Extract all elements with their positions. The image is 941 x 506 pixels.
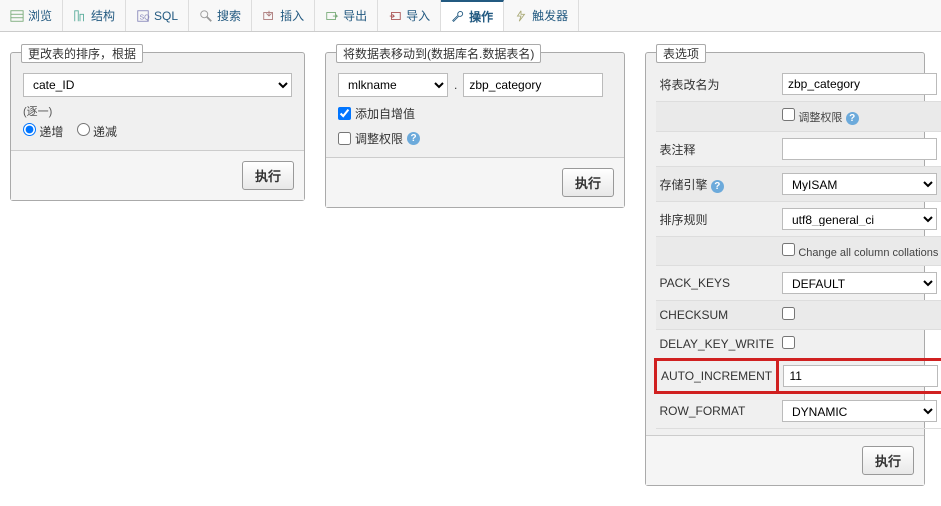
- browse-icon: [10, 9, 24, 23]
- packkeys-label: PACK_KEYS: [656, 266, 778, 301]
- comment-label: 表注释: [656, 132, 778, 167]
- tab-triggers[interactable]: 触发器: [504, 0, 579, 31]
- panel-change-order-title: 更改表的排序，根据: [21, 44, 143, 63]
- autoinc-label: AUTO_INCREMENT: [656, 360, 778, 393]
- tab-export[interactable]: 导出: [315, 0, 378, 31]
- delay-check[interactable]: [782, 336, 795, 349]
- import-icon: [388, 9, 402, 23]
- tab-operations-label: 操作: [469, 8, 493, 25]
- rowformat-label: ROW_FORMAT: [656, 393, 778, 429]
- panel-move-title: 将数据表移动到(数据库名.数据表名): [336, 44, 541, 63]
- radio-desc[interactable]: 递减: [77, 125, 117, 139]
- order-direction-row: 递增 递减: [23, 123, 292, 140]
- tabs-bar: 浏览 结构 SQL SQL 搜索 插入 导出 导入 操作 触发器: [0, 0, 941, 32]
- tab-sql-label: SQL: [154, 9, 178, 23]
- tab-operations[interactable]: 操作: [441, 0, 504, 31]
- main-container: 更改表的排序，根据 cate_ID (逐一) 递增 递减 执行 将数据表移动到(…: [0, 32, 941, 506]
- panel-move-table: 将数据表移动到(数据库名.数据表名) mlkname . 添加自增值 调整权限 …: [325, 52, 625, 208]
- delay-label: DELAY_KEY_WRITE: [656, 330, 778, 360]
- engine-label: 存储引擎: [660, 178, 708, 192]
- autoinc-input[interactable]: [783, 365, 938, 387]
- help-icon-2[interactable]: ?: [846, 112, 859, 125]
- tab-triggers-label: 触发器: [532, 7, 568, 24]
- check-add-autoinc-label: 添加自增值: [355, 105, 415, 122]
- checksum-check[interactable]: [782, 307, 795, 320]
- panel1-submit-button[interactable]: 执行: [242, 161, 294, 190]
- comment-input[interactable]: [782, 138, 937, 160]
- panel-table-options: 表选项 将表改名为 调整权限 ? 表注释 存储引擎 ? MyISAM: [645, 52, 925, 486]
- opt-adjust-priv-check[interactable]: [782, 108, 795, 121]
- export-icon: [325, 9, 339, 23]
- engine-select[interactable]: MyISAM: [782, 173, 937, 195]
- check-add-autoinc[interactable]: [338, 107, 351, 120]
- dot-separator: .: [452, 78, 459, 92]
- checksum-label: CHECKSUM: [656, 301, 778, 330]
- move-db-select[interactable]: mlkname: [338, 73, 448, 97]
- packkeys-select[interactable]: DEFAULT: [782, 272, 937, 294]
- help-icon[interactable]: ?: [407, 132, 420, 145]
- check-adjust-priv-label: 调整权限: [355, 130, 403, 147]
- wrench-icon: [451, 10, 465, 24]
- tab-browse-label: 浏览: [28, 7, 52, 24]
- opt-adjust-priv-label: 调整权限: [798, 112, 842, 124]
- rename-input[interactable]: [782, 73, 937, 95]
- rowformat-select[interactable]: DYNAMIC: [782, 400, 937, 422]
- tab-structure-label: 结构: [91, 7, 115, 24]
- change-all-coll-label: Change all column collations: [798, 247, 938, 259]
- insert-icon: [262, 9, 276, 23]
- tab-insert-label: 插入: [280, 7, 304, 24]
- collation-select[interactable]: utf8_general_ci: [782, 208, 937, 230]
- tab-export-label: 导出: [343, 7, 367, 24]
- tab-import-label: 导入: [406, 7, 430, 24]
- trigger-icon: [514, 9, 528, 23]
- rename-label: 将表改名为: [656, 67, 778, 102]
- tab-browse[interactable]: 浏览: [0, 0, 63, 31]
- check-adjust-priv[interactable]: [338, 132, 351, 145]
- sql-icon: SQL: [136, 9, 150, 23]
- panel3-submit-button[interactable]: 执行: [862, 446, 914, 475]
- tab-insert[interactable]: 插入: [252, 0, 315, 31]
- move-table-input[interactable]: [463, 73, 603, 97]
- tab-structure[interactable]: 结构: [63, 0, 126, 31]
- structure-icon: [73, 9, 87, 23]
- panel-change-order: 更改表的排序，根据 cate_ID (逐一) 递增 递减 执行: [10, 52, 305, 201]
- order-column-select[interactable]: cate_ID: [23, 73, 292, 97]
- tab-search[interactable]: 搜索: [189, 0, 252, 31]
- collation-label: 排序规则: [656, 202, 778, 237]
- radio-asc[interactable]: 递增: [23, 125, 63, 139]
- tab-sql[interactable]: SQL SQL: [126, 0, 189, 31]
- svg-text:SQL: SQL: [140, 14, 151, 21]
- search-icon: [199, 9, 213, 23]
- help-icon-3[interactable]: ?: [711, 180, 724, 193]
- panel-options-title: 表选项: [656, 44, 706, 63]
- tab-search-label: 搜索: [217, 7, 241, 24]
- panel2-submit-button[interactable]: 执行: [562, 168, 614, 197]
- change-all-coll-check[interactable]: [782, 243, 795, 256]
- tab-import[interactable]: 导入: [378, 0, 441, 31]
- order-note: (逐一): [23, 103, 292, 119]
